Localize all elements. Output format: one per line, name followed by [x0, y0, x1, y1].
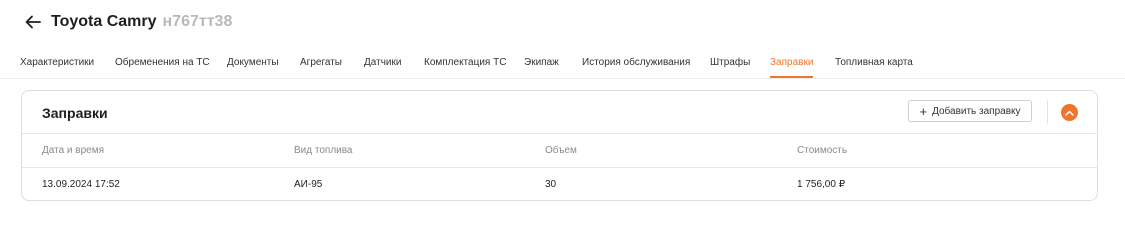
cell-fuel-type: АИ-95 — [294, 179, 323, 190]
back-button[interactable] — [24, 13, 42, 31]
collapse-button[interactable] — [1061, 104, 1078, 121]
column-header-cost: Стоимость — [797, 145, 848, 156]
add-refueling-button[interactable]: + Добавить заправку — [908, 100, 1032, 122]
toolbar-divider — [1047, 100, 1048, 124]
vehicle-title: Toyota Camry — [51, 13, 157, 30]
plus-icon: + — [919, 103, 928, 119]
page-header: Toyota Camry н767тт38 — [24, 11, 232, 33]
cell-cost: 1 756,00 ₽ — [797, 179, 846, 190]
tab-service-history[interactable]: История обслуживания — [582, 57, 690, 68]
tab-documents[interactable]: Документы — [227, 57, 279, 68]
tab-refuelings[interactable]: Заправки — [770, 57, 813, 68]
arrow-left-icon — [25, 15, 41, 29]
tab-fines[interactable]: Штрафы — [710, 57, 750, 68]
tab-characteristics[interactable]: Характеристики — [20, 57, 94, 68]
vehicle-plate: н767тт38 — [162, 13, 233, 30]
active-tab-indicator — [770, 76, 813, 78]
row-separator — [22, 167, 1097, 168]
tab-equipment[interactable]: Комплектация ТС — [424, 57, 506, 68]
add-refueling-label: Добавить заправку — [932, 105, 1021, 117]
tab-units[interactable]: Агрегаты — [300, 57, 342, 68]
column-header-volume: Объем — [545, 145, 577, 156]
refuelings-card: Заправки + Добавить заправку Дата и врем… — [21, 90, 1098, 201]
tab-sensors[interactable]: Датчики — [364, 57, 401, 68]
column-header-fuel-type: Вид топлива — [294, 145, 353, 156]
cell-datetime: 13.09.2024 17:52 — [42, 179, 120, 190]
header-separator — [22, 133, 1097, 134]
tab-encumbrances[interactable]: Обременения на ТС — [115, 57, 210, 68]
cell-volume: 30 — [545, 179, 557, 190]
tab-fuel-card[interactable]: Топливная карта — [835, 57, 913, 68]
tab-crew[interactable]: Экипаж — [524, 57, 559, 68]
column-header-datetime: Дата и время — [42, 145, 105, 156]
tab-bar: Характеристики Обременения на ТС Докумен… — [0, 50, 1125, 79]
card-title: Заправки — [42, 105, 108, 121]
chevron-up-icon — [1065, 110, 1074, 116]
